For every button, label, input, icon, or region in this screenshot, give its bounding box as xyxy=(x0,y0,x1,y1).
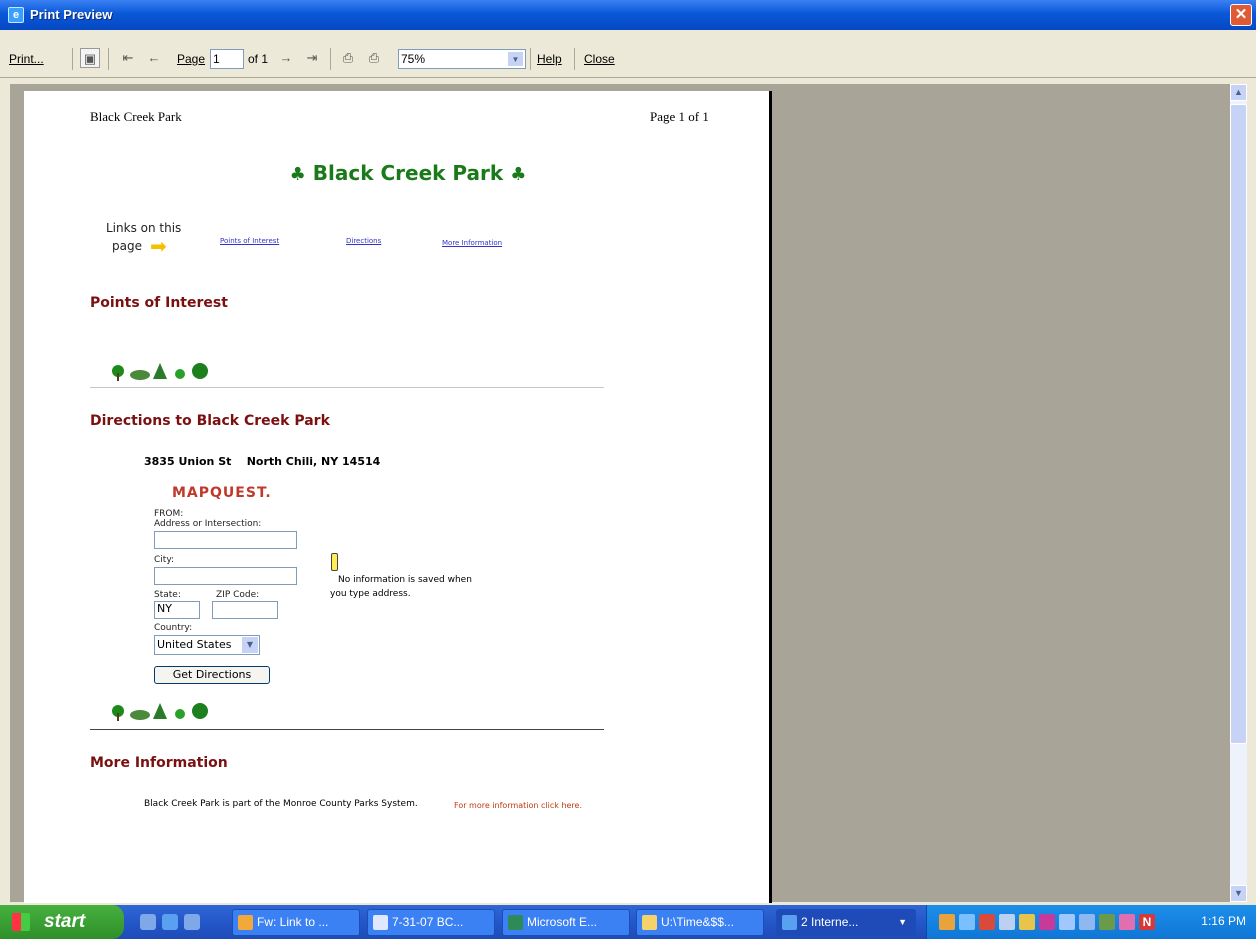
more-info-link[interactable]: For more information click here. xyxy=(454,801,582,810)
first-page-icon[interactable]: ⇤ xyxy=(118,48,138,68)
vertical-scrollbar[interactable]: ▲ ▼ xyxy=(1230,84,1247,902)
windows-logo-icon xyxy=(12,913,30,931)
ie-icon: e xyxy=(8,7,24,23)
quicklaunch-ie-icon[interactable] xyxy=(162,914,178,930)
exclamation-icon xyxy=(331,553,338,571)
zip-label: ZIP Code: xyxy=(216,590,260,600)
taskbar: start Fw: Link to ... 7-31-07 BC... Micr… xyxy=(0,905,1256,939)
mapquest-logo: MAPQUEST. xyxy=(172,485,272,501)
norton-icon[interactable]: N xyxy=(1139,914,1155,930)
one-page-icon[interactable]: ⎙ xyxy=(338,48,358,68)
tray-icon[interactable] xyxy=(1079,914,1095,930)
close-window-button[interactable]: ✕ xyxy=(1230,4,1252,26)
chevron-down-icon[interactable]: ▼ xyxy=(242,637,258,653)
tree-icon: ♣ xyxy=(289,164,306,185)
tray-icon[interactable] xyxy=(1019,914,1035,930)
city-label: City: xyxy=(154,555,175,565)
last-page-icon[interactable]: ⇥ xyxy=(302,48,322,68)
toolbar-separator xyxy=(108,48,109,70)
link-more-information[interactable]: More Information xyxy=(442,239,502,247)
task-button-active[interactable]: 2 Interne... ▼ xyxy=(776,909,916,936)
title-bar: e Print Preview ✕ xyxy=(0,0,1256,30)
links-caption: page xyxy=(112,239,142,253)
park-title: ♣ Black Creek Park ♣ xyxy=(289,161,527,185)
print-button[interactable]: Print... xyxy=(9,51,44,67)
divider xyxy=(90,729,604,730)
task-button[interactable]: 7-31-07 BC... xyxy=(367,909,495,936)
quicklaunch-desktop-icon[interactable] xyxy=(184,914,200,930)
page-label: Page xyxy=(177,52,206,66)
header-left: Black Creek Park xyxy=(90,109,182,124)
printed-page: Black Creek Park Page 1 of 1 ♣ Black Cre… xyxy=(24,91,772,903)
link-directions[interactable]: Directions xyxy=(346,237,381,245)
privacy-note: No information is saved when xyxy=(338,575,472,585)
start-button[interactable]: start xyxy=(0,905,124,939)
link-points-of-interest[interactable]: Points of Interest xyxy=(220,237,279,245)
tray-icon[interactable] xyxy=(1119,914,1135,930)
toolbar-separator xyxy=(72,48,73,70)
page-setup-icon[interactable]: ▣ xyxy=(80,48,100,68)
print-preview-window: e Print Preview ✕ Print... ▣ ⇤ ← Page 1 … xyxy=(0,0,1256,905)
window-title: Print Preview xyxy=(30,7,113,22)
system-tray: N 1:16 PM xyxy=(926,905,1256,939)
page-number-input[interactable]: 1 xyxy=(210,49,244,69)
tree-icon: ♣ xyxy=(510,164,527,185)
ie-icon xyxy=(782,915,797,930)
trees-divider-image xyxy=(112,703,208,721)
scroll-thumb[interactable] xyxy=(1230,104,1247,744)
from-label: FROM: xyxy=(154,509,184,519)
outlook-icon xyxy=(238,915,253,930)
toolbar: Print... ▣ ⇤ ← Page 1 of 1 → ⇥ ⎙ ⎙ 75% ▼… xyxy=(0,30,1256,78)
toolbar-separator xyxy=(530,48,531,70)
excel-icon xyxy=(508,915,523,930)
scroll-down-icon[interactable]: ▼ xyxy=(1230,885,1247,902)
address-label: Address or Intersection: xyxy=(154,519,262,529)
scroll-up-icon[interactable]: ▲ xyxy=(1230,84,1247,101)
privacy-note: you type address. xyxy=(330,589,411,599)
folder-icon xyxy=(642,915,657,930)
clock: 1:16 PM xyxy=(1201,914,1246,928)
tray-icon[interactable] xyxy=(959,914,975,930)
next-page-icon[interactable]: → xyxy=(276,48,296,68)
more-info-text: Black Creek Park is part of the Monroe C… xyxy=(144,799,418,809)
zip-input[interactable] xyxy=(212,601,278,619)
close-preview-button[interactable]: Close xyxy=(584,51,615,67)
preview-area[interactable]: Black Creek Park Page 1 of 1 ♣ Black Cre… xyxy=(10,84,1230,903)
divider xyxy=(90,387,604,388)
address-input[interactable] xyxy=(154,531,297,549)
trees-divider-image xyxy=(112,363,208,381)
tray-icon[interactable] xyxy=(1039,914,1055,930)
two-page-icon[interactable]: ⎙ xyxy=(364,48,384,68)
get-directions-button[interactable]: Get Directions xyxy=(154,666,270,684)
tray-icon[interactable] xyxy=(939,914,955,930)
country-label: Country: xyxy=(154,623,193,633)
task-button[interactable]: U:\Time&$$... xyxy=(636,909,764,936)
tray-icon[interactable] xyxy=(979,914,995,930)
toolbar-separator xyxy=(330,48,331,70)
previous-page-icon[interactable]: ← xyxy=(144,48,164,68)
state-label: State: xyxy=(154,590,181,600)
address: 3835 Union St North Chili, NY 14514 xyxy=(144,455,381,468)
task-button[interactable]: Fw: Link to ... xyxy=(232,909,360,936)
task-button[interactable]: Microsoft E... xyxy=(502,909,630,936)
tray-icon[interactable] xyxy=(999,914,1015,930)
tray-icon[interactable] xyxy=(1099,914,1115,930)
links-caption: Links on this xyxy=(106,221,182,235)
help-button[interactable]: Help xyxy=(537,51,562,67)
page-count: of 1 xyxy=(248,52,269,66)
word-icon xyxy=(373,915,388,930)
chevron-down-icon: ▼ xyxy=(898,917,907,927)
directions-heading: Directions to Black Creek Park xyxy=(90,413,330,429)
chevron-down-icon[interactable]: ▼ xyxy=(507,51,524,67)
quicklaunch-icon[interactable] xyxy=(140,914,156,930)
toolbar-separator xyxy=(574,48,575,70)
poi-heading: Points of Interest xyxy=(90,295,228,311)
state-input[interactable]: NY xyxy=(154,601,200,619)
header-right: Page 1 of 1 xyxy=(650,109,709,124)
arrow-right-icon: ➡ xyxy=(150,234,167,258)
city-input[interactable] xyxy=(154,567,297,585)
tray-icon[interactable] xyxy=(1059,914,1075,930)
more-info-heading: More Information xyxy=(90,755,228,771)
